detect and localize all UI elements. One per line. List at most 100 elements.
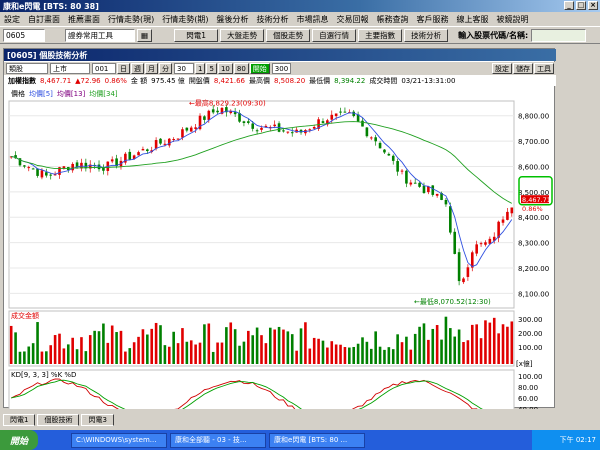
menu-item-5[interactable]: 盤後分析	[213, 14, 253, 25]
volume-bar	[374, 331, 377, 364]
menu-item-12[interactable]: 被鏡說明	[493, 14, 533, 25]
task-button-2[interactable]: 康和e閃電 [BTS: 80 ...	[269, 432, 366, 448]
step-button-0[interactable]: 1	[195, 63, 206, 74]
unit-button-3[interactable]: 分	[159, 63, 172, 74]
volume-bar	[102, 323, 105, 364]
minimize-icon[interactable]: _	[564, 1, 574, 10]
item-select[interactable]: 001	[92, 63, 116, 74]
toolbar-button-4[interactable]: 主要指數	[358, 28, 403, 42]
toolbar-button-0[interactable]: 閃電1	[174, 28, 219, 42]
period-select[interactable]: 類股	[6, 63, 48, 74]
close-icon[interactable]: ×	[588, 1, 598, 10]
candle-body	[466, 267, 470, 277]
task-button-1[interactable]: 康和全部聽 - 03 - 技...	[170, 432, 267, 448]
count-input[interactable]: 300	[271, 63, 292, 74]
candle-body	[413, 182, 417, 184]
maximize-icon[interactable]: □	[576, 1, 586, 10]
candle-body	[247, 121, 250, 123]
candle-body	[40, 170, 44, 178]
volume-bar	[365, 341, 369, 364]
candle-body	[501, 219, 505, 223]
candle-body	[31, 168, 35, 170]
tab-2[interactable]: 閃電3	[81, 414, 114, 426]
unit-button-2[interactable]: 月	[145, 63, 158, 74]
clock: 下午 02:17	[559, 436, 596, 444]
step-button-3[interactable]: 80	[233, 63, 249, 74]
task-button-0[interactable]: C:\WINDOWS\system...	[71, 432, 168, 448]
interval-select[interactable]: 30	[174, 63, 194, 74]
candle-body	[361, 120, 364, 127]
candle-body	[418, 182, 421, 187]
volume-bar	[229, 322, 233, 364]
candle-body	[400, 170, 404, 172]
candle-body	[409, 182, 413, 185]
volume-bar	[124, 351, 127, 364]
menu-item-9[interactable]: 帳務查詢	[373, 14, 413, 25]
volume-bar	[361, 337, 364, 364]
chart-tool-icon[interactable]: ▦	[137, 28, 153, 42]
volume-bar	[304, 322, 307, 364]
step-button-2[interactable]: 10	[217, 63, 233, 74]
unit-button-1[interactable]: 週	[131, 63, 144, 74]
volume-bar	[387, 347, 391, 364]
quote-info: 加權指數 8,467.71 ▲72.96 0.86% 金 額 975.45 億開盤價 8,4…	[4, 75, 556, 86]
volume-bar	[58, 333, 61, 364]
toolbar-button-3[interactable]: 自選行情	[312, 28, 357, 42]
menu-item-1[interactable]: 自訂畫面	[24, 14, 64, 25]
stock-code-select[interactable]: 0605	[3, 28, 45, 42]
volume-bar	[216, 342, 219, 364]
volume-bar	[506, 326, 509, 364]
volume-bar	[492, 317, 496, 364]
menu-item-6[interactable]: 技術分析	[253, 14, 293, 25]
menu-item-10[interactable]: 客戶服務	[413, 14, 453, 25]
menu-item-3[interactable]: 行情走勢(現)	[104, 14, 158, 25]
volume-bar	[150, 328, 154, 364]
candle-body	[23, 165, 26, 167]
candle-body	[435, 193, 439, 196]
kd-label: KD[9, 3, 3] %K %D	[11, 371, 76, 379]
volume-bar	[159, 325, 162, 364]
volume-bar	[295, 350, 298, 364]
menu-item-4[interactable]: 行情走勢(期)	[158, 14, 212, 25]
toolbar-button-5[interactable]: 技術分析	[404, 28, 449, 42]
volume-bar	[203, 324, 206, 364]
candle-body	[36, 168, 39, 176]
volume-bar	[440, 339, 443, 364]
menu-item-11[interactable]: 線上客服	[453, 14, 493, 25]
volume-bar	[181, 328, 184, 364]
unit-button-0[interactable]: 日	[117, 63, 130, 74]
search-input[interactable]	[531, 28, 587, 42]
window-tool-0[interactable]: 設定	[492, 63, 512, 74]
candle-body	[233, 112, 237, 115]
high-annotation: ←最高8,829.23(09:30)	[189, 98, 266, 107]
volume-bar	[308, 348, 312, 364]
step-button-1[interactable]: 5	[206, 63, 217, 74]
window-tool-1[interactable]: 儲存	[513, 63, 533, 74]
tab-0[interactable]: 閃電1	[3, 414, 36, 426]
volume-bar	[88, 335, 92, 364]
menu-item-0[interactable]: 設定	[0, 14, 24, 25]
chart-area[interactable]: 8,800.008,700.008,600.008,500.008,400.00…	[4, 86, 556, 409]
volume-axis-label: 200.00	[518, 330, 543, 338]
window-tool-2[interactable]: 工具	[534, 63, 554, 74]
taskbar: 開始 C:\WINDOWS\system... 康和全部聽 - 03 - 技...…	[0, 430, 600, 450]
tools-select[interactable]: 證券常用工具	[65, 28, 135, 42]
info-high: 8,508.20	[273, 76, 306, 85]
system-tray: 下午 02:17	[532, 430, 600, 450]
candle-body	[242, 121, 246, 124]
candle-body	[167, 138, 171, 146]
toolbar-button-1[interactable]: 大盤走勢	[220, 28, 265, 42]
price-badge: 8,467.71	[522, 196, 551, 204]
toolbar-button-2[interactable]: 個股走勢	[266, 28, 311, 42]
tab-1[interactable]: 個股技術	[37, 414, 80, 426]
start-button[interactable]: 開始	[0, 430, 39, 450]
menu-item-2[interactable]: 推薦畫面	[64, 14, 104, 25]
market-select[interactable]: 上市	[50, 63, 90, 74]
volume-bar	[247, 330, 250, 364]
volume-bar	[501, 324, 505, 364]
candle-body	[444, 199, 448, 205]
volume-bar	[343, 347, 347, 364]
volume-bar	[391, 349, 395, 364]
menu-item-7[interactable]: 市場訊息	[293, 14, 333, 25]
menu-item-8[interactable]: 交易回報	[333, 14, 373, 25]
